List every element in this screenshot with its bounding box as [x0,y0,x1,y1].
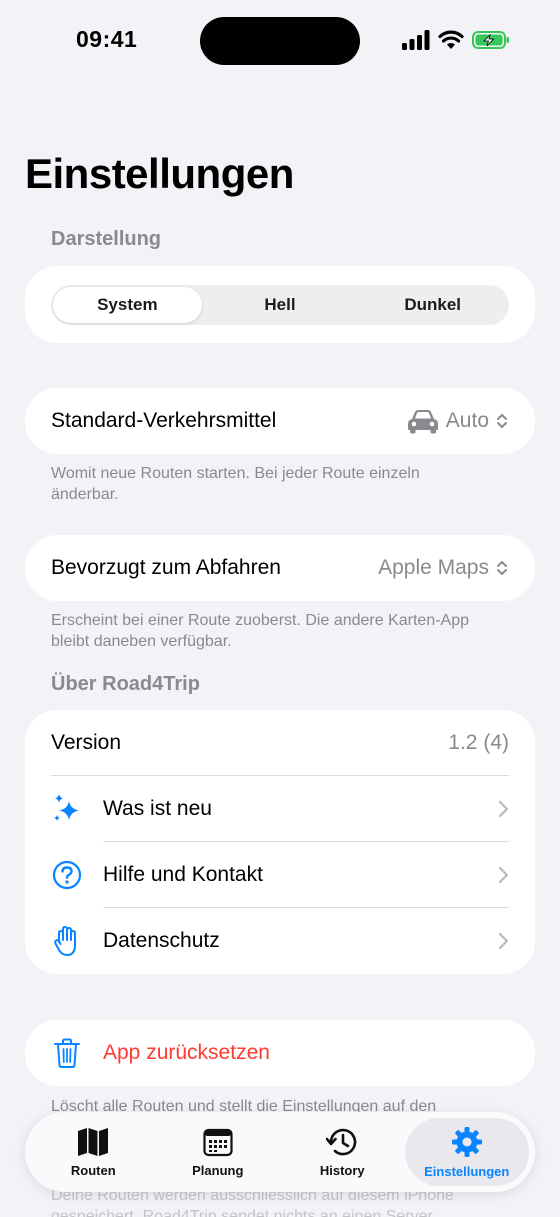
departure-picker[interactable]: Apple Maps [378,556,509,580]
chevron-right-icon [498,866,509,884]
appearance-header: Darstellung [51,228,162,250]
transport-footnote: Womit neue Routen starten. Bei jeder Rou… [51,465,420,503]
status-bar: 09:41 [0,0,560,84]
gear-icon [451,1126,482,1157]
tab-einstellungen[interactable]: Einstellungen [404,1118,529,1186]
version-label: Version [51,731,122,754]
reset-label: App zurücksetzen [103,1041,270,1064]
reset-card: App zurücksetzen [25,1020,535,1086]
reset-row[interactable]: App zurücksetzen [25,1020,535,1086]
hand-icon [54,926,76,956]
whats-new-row[interactable]: Was ist neu [25,776,535,842]
question-circle-icon [52,860,82,890]
chevron-up-down-icon [497,561,507,575]
privacy-label: Datenschutz [103,929,220,952]
tab-label: History [319,1162,365,1178]
car-icon [407,410,438,434]
segment-dark[interactable]: Dunkel [358,287,507,323]
about-card: Version 1.2 (4) Was ist neu Hilfe und Ko… [25,710,535,974]
cellular-signal-icon [402,30,430,50]
departure-row[interactable]: Bevorzugt zum Abfahren Apple Maps [25,535,535,601]
dynamic-island [200,17,360,65]
sparkles-icon [54,794,79,821]
page-title: Einstellungen [25,150,294,197]
status-icons [402,30,510,50]
transport-card: Standard-Verkehrsmittel Auto [25,388,535,454]
transport-value: Auto [445,409,489,432]
segment-light[interactable]: Hell [206,287,355,323]
battery-charging-icon [472,31,509,49]
chevron-right-icon [498,932,509,950]
version-row: Version 1.2 (4) [25,710,535,776]
departure-footnote: Erscheint bei einer Route zuoberst. Die … [51,612,470,650]
tab-bar: Routen Planung History Einstellungen [25,1112,535,1192]
transport-picker[interactable]: Auto [406,408,509,434]
segment-system[interactable]: System [53,287,202,323]
map-icon [78,1127,109,1156]
tab-planung[interactable]: Planung [156,1118,281,1186]
tab-routen[interactable]: Routen [31,1118,156,1186]
departure-value: Apple Maps [378,556,489,579]
help-label: Hilfe und Kontakt [103,863,263,886]
appearance-segmented-control: System Hell Dunkel [51,285,509,325]
history-icon [326,1128,357,1155]
tab-label: Planung [192,1162,244,1178]
tab-history[interactable]: History [280,1118,405,1186]
appearance-card: System Hell Dunkel [25,266,535,343]
tab-label: Einstellungen [424,1163,510,1179]
status-time: 09:41 [76,26,138,52]
calendar-icon [203,1128,233,1156]
wifi-icon [438,30,464,49]
chevron-right-icon [498,800,509,818]
whats-new-label: Was ist neu [103,797,212,820]
chevron-up-down-icon [497,414,507,428]
about-header: Über Road4Trip [51,673,200,695]
departure-card: Bevorzugt zum Abfahren Apple Maps [25,535,535,601]
transport-label: Standard-Verkehrsmittel [51,409,277,432]
tab-label: Routen [70,1162,116,1178]
transport-row[interactable]: Standard-Verkehrsmittel Auto [25,388,535,454]
help-row[interactable]: Hilfe und Kontakt [25,842,535,908]
privacy-row[interactable]: Datenschutz [25,908,535,974]
trash-icon [54,1038,80,1068]
departure-label: Bevorzugt zum Abfahren [51,556,281,579]
version-value: 1.2 (4) [448,731,509,754]
